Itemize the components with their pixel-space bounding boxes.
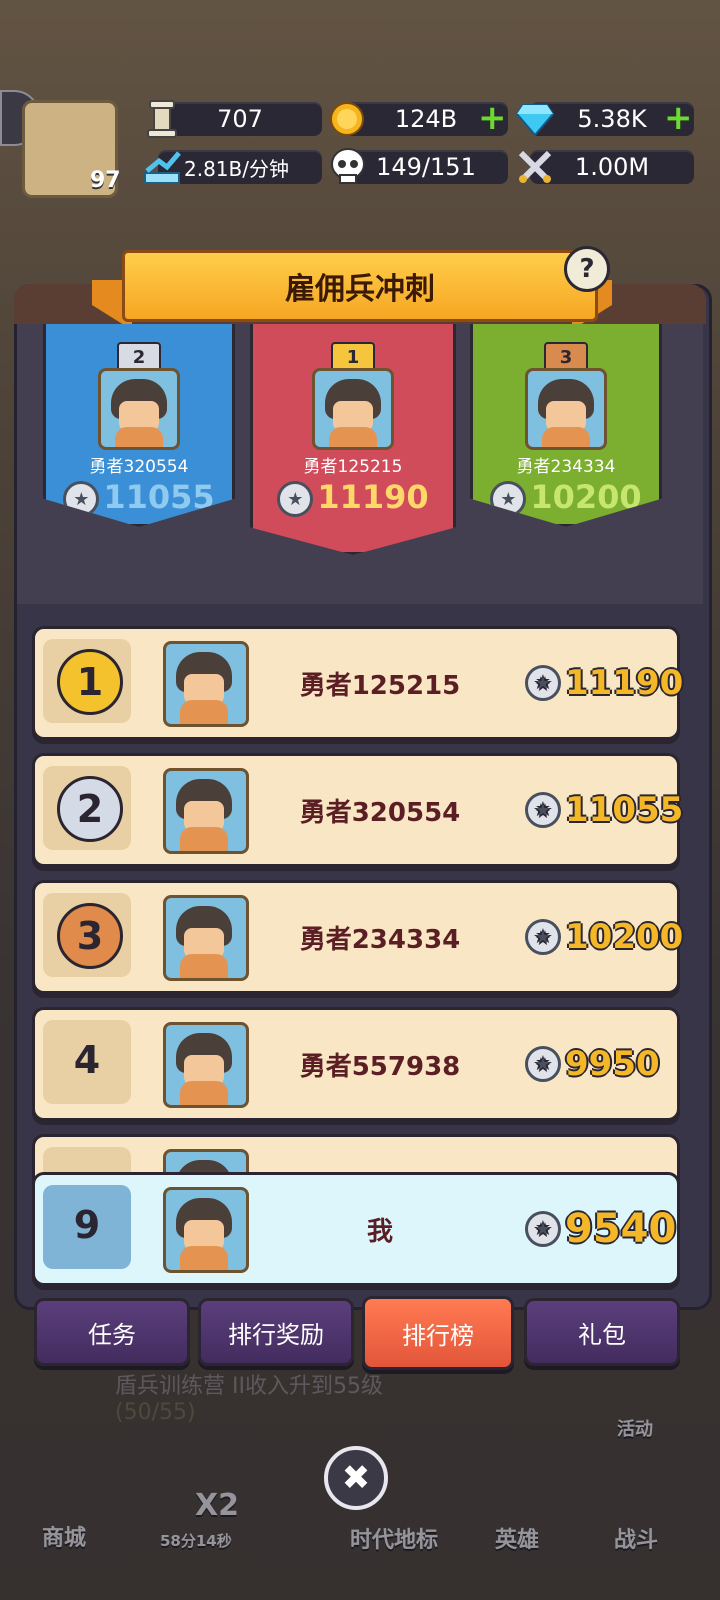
- podium-third-portrait: [525, 368, 607, 450]
- gem-value: 5.38K: [577, 105, 647, 133]
- podium-second-name: 勇者320554: [89, 457, 189, 477]
- row-score: ★ 9950: [525, 1010, 660, 1118]
- podium-third-name: 勇者234334: [516, 457, 616, 477]
- silver-medal-icon: 2: [57, 776, 123, 842]
- star-coin-icon: ★: [525, 1046, 561, 1082]
- diamond-icon: [514, 100, 556, 138]
- coin-icon: [328, 100, 366, 138]
- star-coin-icon: ★: [277, 481, 314, 517]
- row-portrait: [163, 641, 249, 727]
- stone-resource: 707: [158, 102, 322, 136]
- tab-rank-rewards[interactable]: 排行奖励: [198, 1298, 354, 1366]
- star-coin-icon: ★: [525, 1211, 561, 1247]
- close-icon[interactable]: ✖: [324, 1446, 388, 1510]
- leaderboard-row[interactable]: 3 勇者234334 ★ 10200: [32, 880, 683, 994]
- leaderboard-row[interactable]: 2 勇者320554 ★ 11055: [32, 753, 683, 867]
- row-portrait: [163, 895, 249, 981]
- help-icon[interactable]: ?: [564, 246, 610, 292]
- my-rank-number: 9: [73, 1203, 101, 1247]
- pillar-icon: [142, 98, 182, 140]
- income-chart-icon: [142, 146, 184, 188]
- podium-second[interactable]: 2 勇者320554 ★ 11055: [43, 324, 235, 527]
- power-value: 1.00M: [574, 153, 650, 181]
- my-rank-row[interactable]: 9 我 ★ 9540: [32, 1172, 680, 1286]
- my-name: 我: [366, 1216, 393, 1247]
- leaderboard-row[interactable]: 1 勇者125215 ★ 11190: [32, 626, 683, 740]
- tab-gift-pack[interactable]: 礼包: [524, 1298, 680, 1366]
- row-name: 勇者234334: [299, 924, 461, 955]
- add-gems-icon[interactable]: +: [664, 101, 693, 135]
- row-name: 勇者125215: [299, 670, 461, 701]
- row-score: ★ 11055: [525, 756, 683, 864]
- stone-value: 707: [217, 105, 263, 133]
- add-coins-icon[interactable]: +: [478, 101, 507, 135]
- tab-leaderboard[interactable]: 排行榜: [362, 1296, 514, 1370]
- row-portrait: [163, 768, 249, 854]
- podium-second-portrait: [98, 368, 180, 450]
- crossed-swords-icon: [514, 146, 556, 188]
- row-name: 勇者557938: [299, 1051, 461, 1082]
- event-title: 雇佣兵冲刺: [122, 250, 598, 322]
- podium-first-name: 勇者125215: [303, 457, 403, 477]
- row-name: 勇者320554: [299, 797, 461, 828]
- row-score: ★ 10200: [525, 883, 683, 991]
- population-value: 149/151: [376, 153, 476, 181]
- podium-first-portrait: [312, 368, 394, 450]
- skull-icon: [328, 146, 368, 188]
- population-resource: 149/151: [344, 150, 508, 184]
- podium-third[interactable]: 3 勇者234334 ★ 10200: [470, 324, 662, 527]
- row-portrait: [163, 1022, 249, 1108]
- leaderboard-row[interactable]: 4 勇者557938 ★ 9950: [32, 1007, 680, 1121]
- podium-first[interactable]: 1 勇者125215 ★ 11190: [250, 324, 456, 555]
- star-coin-icon: ★: [525, 665, 561, 701]
- star-coin-icon: ★: [525, 919, 561, 955]
- my-portrait: [163, 1187, 249, 1273]
- rank-number: 4: [73, 1038, 101, 1082]
- gold-medal-icon: 1: [57, 649, 123, 715]
- row-score: ★ 11190: [525, 629, 683, 737]
- podium-first-score: ★ 11190: [253, 478, 453, 517]
- income-value: 2.81B/分钟: [184, 156, 289, 181]
- player-level: 97: [90, 168, 121, 193]
- star-coin-icon: ★: [525, 792, 561, 828]
- tab-tasks[interactable]: 任务: [34, 1298, 190, 1366]
- bronze-medal-icon: 3: [57, 903, 123, 969]
- my-score: ★ 9540: [525, 1175, 676, 1283]
- coin-value: 124B: [394, 105, 458, 133]
